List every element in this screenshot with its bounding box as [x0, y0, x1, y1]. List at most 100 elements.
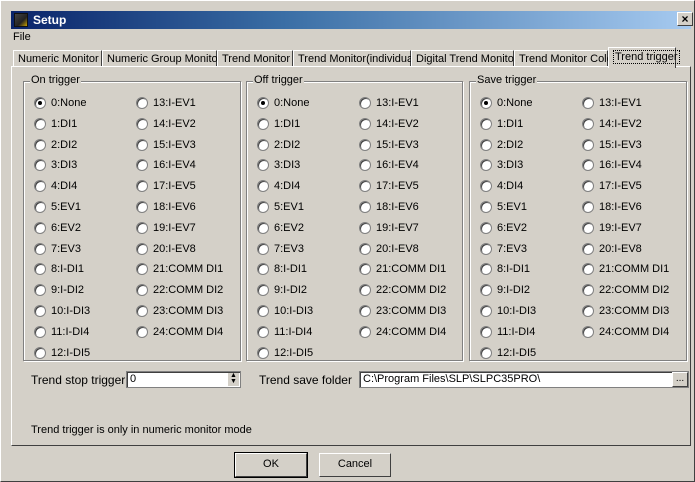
radio-icon[interactable] [582, 242, 594, 255]
radio-icon[interactable] [136, 201, 148, 213]
radio-icon[interactable] [480, 117, 492, 130]
radio-icon[interactable] [34, 284, 46, 297]
radio-icon[interactable] [359, 159, 371, 172]
radio-icon[interactable] [257, 138, 269, 151]
radio-icon[interactable] [34, 325, 46, 338]
menu-file[interactable]: File [13, 31, 31, 43]
radio-icon[interactable] [480, 201, 492, 213]
radio-icon[interactable] [480, 159, 492, 172]
radio-icon[interactable] [480, 180, 492, 193]
radio-icon[interactable] [359, 305, 371, 317]
stop-trigger-value[interactable]: 0 [130, 373, 136, 385]
radio-icon[interactable] [257, 325, 269, 338]
radio-icon[interactable] [359, 97, 371, 109]
radio-icon[interactable] [359, 242, 371, 255]
radio-icon[interactable] [34, 242, 46, 255]
radio-icon[interactable] [480, 263, 492, 276]
radio-icon[interactable] [359, 201, 371, 213]
radio-icon[interactable] [136, 221, 148, 234]
tab-numeric-group-monitor[interactable]: Numeric Group Monitor [102, 50, 221, 67]
tab-trend-monitor[interactable]: Trend Monitor [217, 50, 293, 67]
radio-icon[interactable] [34, 305, 46, 317]
radio-icon[interactable] [257, 180, 269, 193]
radio-icon[interactable] [257, 159, 269, 172]
radio-icon[interactable] [582, 117, 594, 130]
radio-icon[interactable] [34, 138, 46, 151]
radio-icon[interactable] [480, 346, 492, 359]
radio-icon[interactable] [257, 221, 269, 234]
stop-trigger-spinner[interactable]: 0 ▲ ▼ [126, 371, 241, 388]
radio-label: 17:I-EV5 [599, 180, 642, 193]
radio-icon[interactable] [582, 305, 594, 317]
radio-label: 8:I-DI1 [51, 263, 85, 276]
radio-icon[interactable] [480, 138, 492, 151]
radio-icon[interactable] [359, 325, 371, 338]
radio-icon[interactable] [582, 325, 594, 338]
cancel-button[interactable]: Cancel [319, 453, 391, 477]
radio-icon[interactable] [257, 97, 269, 109]
radio-icon[interactable] [257, 305, 269, 317]
radio-label: 21:COMM DI1 [153, 263, 224, 276]
radio-icon[interactable] [34, 117, 46, 130]
radio-icon[interactable] [136, 263, 148, 276]
radio-icon[interactable] [136, 242, 148, 255]
radio-icon[interactable] [257, 242, 269, 255]
radio-icon[interactable] [582, 97, 594, 109]
ok-button[interactable]: OK [234, 452, 308, 478]
radio-icon[interactable] [136, 284, 148, 297]
save-folder-value[interactable]: C:\Program Files\SLP\SLPC35PRO\ [363, 373, 540, 385]
save-folder-field[interactable]: C:\Program Files\SLP\SLPC35PRO\ ... [359, 371, 689, 388]
tab-trend-monitor-color[interactable]: Trend Monitor Color [514, 50, 616, 67]
radio-icon[interactable] [582, 180, 594, 193]
radio-icon[interactable] [359, 138, 371, 151]
radio-icon[interactable] [582, 159, 594, 172]
radio-icon[interactable] [136, 117, 148, 130]
radio-icon[interactable] [480, 221, 492, 234]
radio-icon[interactable] [34, 346, 46, 359]
radio-icon[interactable] [582, 263, 594, 276]
radio-icon[interactable] [34, 263, 46, 276]
radio-icon[interactable] [582, 201, 594, 213]
radio-icon[interactable] [480, 305, 492, 317]
browse-button[interactable]: ... [672, 372, 688, 387]
radio-icon[interactable] [34, 201, 46, 213]
radio-icon[interactable] [359, 284, 371, 297]
radio-icon[interactable] [480, 242, 492, 255]
spinner-arrows-icon[interactable]: ▲ ▼ [227, 372, 239, 386]
radio-label: 14:I-EV2 [376, 117, 419, 130]
radio-icon[interactable] [257, 346, 269, 359]
radio-icon[interactable] [480, 97, 492, 109]
radio-icon[interactable] [582, 138, 594, 151]
radio-icon[interactable] [359, 117, 371, 130]
radio-icon[interactable] [582, 284, 594, 297]
radio-icon[interactable] [480, 325, 492, 338]
radio-label: 8:I-DI1 [497, 263, 531, 276]
tab-trend-monitor-individual[interactable]: Trend Monitor(individual) [293, 50, 419, 67]
radio-icon[interactable] [34, 97, 46, 109]
radio-icon[interactable] [480, 284, 492, 297]
radio-icon[interactable] [34, 159, 46, 172]
tab-digital-trend-monitor[interactable]: Digital Trend Monitor [411, 50, 518, 67]
radio-label: 11:I-DI4 [274, 325, 313, 338]
radio-icon[interactable] [257, 201, 269, 213]
radio-icon[interactable] [136, 305, 148, 317]
radio-icon[interactable] [34, 221, 46, 234]
radio-icon[interactable] [359, 180, 371, 193]
tab-trend-trigger[interactable]: Trend trigger [608, 47, 680, 68]
radio-icon[interactable] [359, 221, 371, 234]
radio-icon[interactable] [136, 138, 148, 151]
radio-label: 19:I-EV7 [153, 221, 196, 234]
radio-icon[interactable] [136, 159, 148, 172]
radio-icon[interactable] [582, 221, 594, 234]
radio-label: 6:EV2 [51, 221, 81, 234]
radio-icon[interactable] [136, 180, 148, 193]
radio-icon[interactable] [136, 97, 148, 109]
tab-numeric-monitor[interactable]: Numeric Monitor [13, 50, 102, 67]
radio-icon[interactable] [257, 117, 269, 130]
close-button[interactable]: × [677, 12, 693, 26]
radio-icon[interactable] [136, 325, 148, 338]
radio-icon[interactable] [359, 263, 371, 276]
radio-icon[interactable] [34, 180, 46, 193]
radio-icon[interactable] [257, 263, 269, 276]
radio-icon[interactable] [257, 284, 269, 297]
